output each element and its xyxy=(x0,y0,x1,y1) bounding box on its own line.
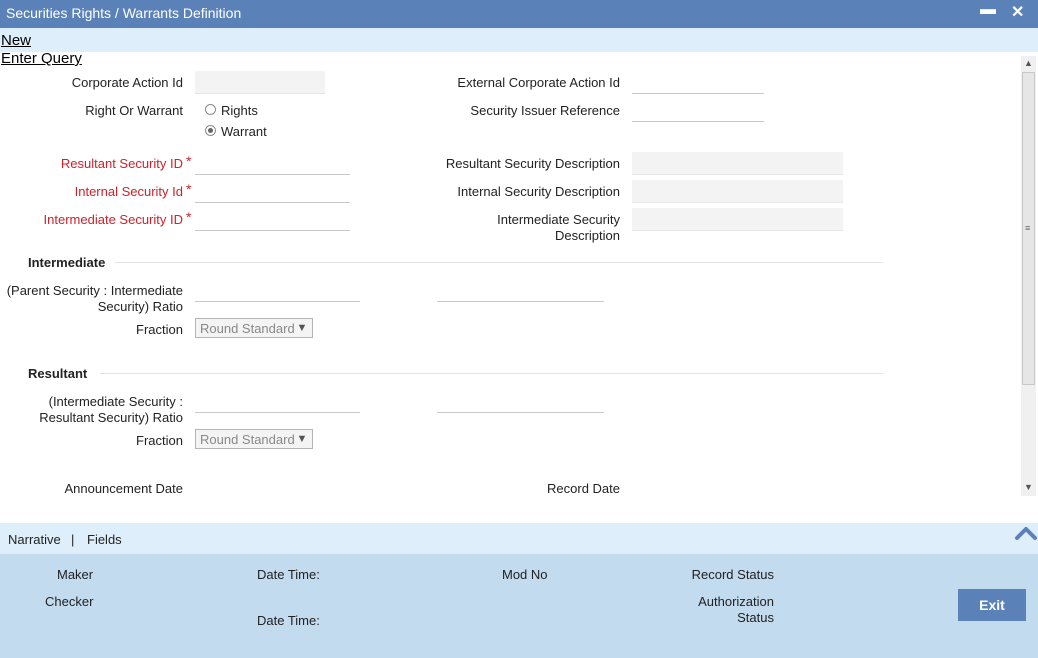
resultant-fraction-label: Fraction xyxy=(136,433,183,448)
external-corporate-action-id-label: External Corporate Action Id xyxy=(457,75,620,90)
resultant-ratio-label-1: (Intermediate Security : xyxy=(48,394,183,409)
resultant-security-description-field xyxy=(632,152,843,175)
authorization-status-label-1: Authorization xyxy=(698,594,774,609)
tab-bar xyxy=(0,523,1038,554)
menu-band xyxy=(0,28,1038,52)
warrant-radio[interactable] xyxy=(205,125,216,136)
resultant-security-id-label: Resultant Security ID xyxy=(60,156,183,171)
resultant-ratio-denominator-field[interactable] xyxy=(437,390,604,413)
tab-narrative[interactable]: Narrative xyxy=(8,532,61,547)
intermediate-fraction-label: Fraction xyxy=(136,322,183,337)
announcement-date-label: Announcement Date xyxy=(64,481,183,496)
enter-query-link[interactable]: Enter Query xyxy=(1,50,82,67)
intermediate-security-id-field[interactable] xyxy=(195,208,350,231)
required-mark: * xyxy=(186,181,192,197)
maker-label: Maker xyxy=(57,567,94,582)
rights-label: Rights xyxy=(221,103,258,118)
mod-no-label: Mod No xyxy=(502,567,548,582)
required-mark: * xyxy=(186,209,192,225)
resultant-ratio-numerator-field[interactable] xyxy=(195,390,360,413)
record-date-label: Record Date xyxy=(547,481,620,496)
title-bar: Securities Rights / Warrants Definition … xyxy=(0,0,1038,28)
right-or-warrant-label: Right Or Warrant xyxy=(85,103,183,118)
tab-fields[interactable]: Fields xyxy=(87,532,122,547)
exit-button[interactable]: Exit xyxy=(958,589,1026,621)
chevron-down-icon: ▼ xyxy=(296,433,308,445)
warrant-label: Warrant xyxy=(221,124,267,139)
corporate-action-id-field xyxy=(195,71,325,94)
intermediate-security-description-field xyxy=(632,208,843,231)
intermediate-ratio-numerator-field[interactable] xyxy=(195,279,360,302)
resultant-heading: Resultant xyxy=(28,366,88,381)
maker-date-time-label: Date Time: xyxy=(257,567,320,582)
resultant-fraction-value: Round Standard xyxy=(200,432,295,447)
intermediate-security-description-label-2: Description xyxy=(554,228,620,243)
intermediate-security-id-label: Intermediate Security ID xyxy=(43,212,183,227)
new-link[interactable]: New xyxy=(1,32,31,49)
intermediate-heading: Intermediate xyxy=(28,255,106,270)
internal-security-description-label: Internal Security Description xyxy=(457,184,620,199)
resultant-security-id-field[interactable] xyxy=(195,152,350,175)
tab-separator: | xyxy=(71,532,75,547)
resultant-ratio-label-2: Resultant Security) Ratio xyxy=(39,410,183,425)
external-corporate-action-id-field[interactable] xyxy=(632,71,764,94)
minimize-icon[interactable]: ▬ xyxy=(980,1,996,19)
intermediate-ratio-label-1: (Parent Security : Intermediate xyxy=(6,283,183,298)
intermediate-ratio-label-2: Security) Ratio xyxy=(97,299,183,314)
record-status-label: Record Status xyxy=(691,567,774,582)
chevron-down-icon: ▼ xyxy=(296,322,308,334)
intermediate-ratio-denominator-field[interactable] xyxy=(437,279,604,302)
window-title: Securities Rights / Warrants Definition xyxy=(6,5,242,21)
scroll-up-icon[interactable]: ▲ xyxy=(1024,58,1033,68)
intermediate-fraction-select[interactable]: Round Standard ▼ xyxy=(195,318,313,338)
intermediate-security-description-label-1: Intermediate Security xyxy=(497,212,620,227)
intermediate-fraction-value: Round Standard xyxy=(200,321,295,336)
security-issuer-reference-label: Security Issuer Reference xyxy=(470,103,620,118)
scroll-down-icon[interactable]: ▼ xyxy=(1024,482,1033,492)
close-icon[interactable]: ✕ xyxy=(1011,2,1024,22)
resultant-fraction-select[interactable]: Round Standard ▼ xyxy=(195,429,313,449)
collapse-up-icon[interactable] xyxy=(1014,525,1038,541)
internal-security-id-label: Internal Security Id xyxy=(74,184,183,199)
required-mark: * xyxy=(186,153,192,169)
resultant-security-description-label: Resultant Security Description xyxy=(445,156,620,171)
internal-security-id-field[interactable] xyxy=(195,180,350,203)
rights-radio[interactable] xyxy=(205,104,216,115)
grip-icon: ≡ xyxy=(1025,223,1031,233)
section-divider xyxy=(115,262,883,263)
authorization-status-label-2: Status xyxy=(737,610,774,625)
security-issuer-reference-field[interactable] xyxy=(632,99,764,122)
internal-security-description-field xyxy=(632,180,843,203)
corporate-action-id-label: Corporate Action Id xyxy=(71,75,183,90)
checker-date-time-label: Date Time: xyxy=(257,613,320,628)
section-divider xyxy=(100,373,883,374)
checker-label: Checker xyxy=(45,594,94,609)
